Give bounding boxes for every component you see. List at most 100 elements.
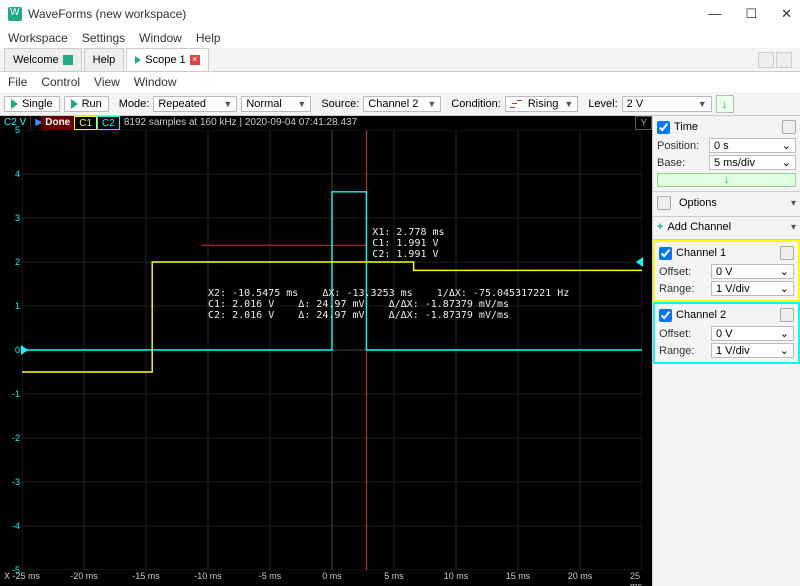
ch1-offset-label: Offset: bbox=[659, 266, 707, 278]
sweep-value: Normal bbox=[246, 98, 281, 110]
time-group: Time Position: 0 s⌄ Base: 5 ms/div⌄ ↓ bbox=[653, 116, 800, 192]
menu-window2[interactable]: Window bbox=[134, 75, 177, 89]
xtick: -10 ms bbox=[194, 571, 222, 581]
single-label: Single bbox=[22, 98, 53, 110]
x-menu-label[interactable]: X bbox=[4, 571, 10, 581]
level-input[interactable]: 2 V▼ bbox=[622, 96, 712, 112]
ground-marker-c2[interactable] bbox=[21, 345, 28, 355]
sweep-select[interactable]: Normal ▼ bbox=[241, 96, 311, 112]
acquisition-info: 8192 samples at 160 kHz | 2020-09-04 07:… bbox=[120, 116, 361, 130]
chevron-down-icon: ▼ bbox=[427, 99, 436, 109]
tab-help[interactable]: Help bbox=[84, 48, 125, 71]
chevron-down-icon: ▼ bbox=[698, 99, 707, 109]
menu-window[interactable]: Window bbox=[139, 31, 182, 45]
source-label: Source: bbox=[321, 98, 359, 110]
plot-canvas[interactable]: X1: 2.778 ms C1: 1.991 V C2: 1.991 V X2:… bbox=[22, 130, 642, 570]
scope-status-bar: C2 V ▶ Done C1 C2 8192 samples at 160 kH… bbox=[0, 116, 652, 130]
channel1-enable-checkbox[interactable] bbox=[659, 247, 672, 260]
xtick: 25 ms bbox=[630, 571, 642, 586]
rising-edge-icon bbox=[510, 98, 522, 110]
source-value: Channel 2 bbox=[368, 98, 418, 110]
tab-welcome[interactable]: Welcome bbox=[4, 48, 82, 71]
source-select[interactable]: Channel 2 ▼ bbox=[363, 96, 441, 112]
chevron-down-icon: ⌄ bbox=[782, 156, 791, 169]
autoset-button[interactable]: ↓ bbox=[657, 173, 796, 187]
gear-icon[interactable] bbox=[780, 308, 794, 322]
condition-label: Condition: bbox=[451, 98, 501, 110]
y-menu-button[interactable]: Y bbox=[635, 116, 652, 130]
menu-help[interactable]: Help bbox=[196, 31, 221, 45]
ch2-range-input[interactable]: 1 V/div ⌄ bbox=[711, 343, 794, 358]
close-button[interactable]: ✕ bbox=[781, 6, 792, 22]
menu-file[interactable]: File bbox=[8, 75, 27, 89]
side-panel: Time Position: 0 s⌄ Base: 5 ms/div⌄ ↓ Op… bbox=[652, 116, 800, 586]
gear-icon[interactable] bbox=[780, 246, 794, 260]
badge-c1[interactable]: C1 bbox=[74, 116, 97, 130]
run-label: Run bbox=[82, 98, 102, 110]
channel1-group: Channel 1 Offset: 0 V⌄ Range: 1 V/div⌄ bbox=[653, 240, 800, 302]
dock-right-button[interactable] bbox=[776, 52, 792, 68]
cursor2-readout: X2: -10.5475 ms ΔX: -13.3253 ms 1/ΔX: -7… bbox=[208, 288, 569, 321]
ch1-range-input[interactable]: 1 V/div⌄ bbox=[711, 281, 794, 296]
run-button[interactable]: Run bbox=[64, 96, 109, 112]
condition-select[interactable]: Rising▼ bbox=[505, 96, 579, 112]
single-button[interactable]: Single bbox=[4, 96, 60, 112]
add-channel-group[interactable]: +Add Channel▾ bbox=[653, 217, 800, 240]
single-play-icon bbox=[11, 99, 18, 109]
ch2-offset-input[interactable]: 0 V⌄ bbox=[711, 326, 794, 341]
badge-c2[interactable]: C2 bbox=[97, 116, 120, 130]
run-play-icon bbox=[71, 99, 78, 109]
add-channel-label: Add Channel bbox=[667, 221, 731, 233]
auto-level-button[interactable]: ↓ bbox=[716, 95, 734, 113]
ch1-offset-input[interactable]: 0 V⌄ bbox=[711, 264, 794, 279]
y-axis: 5 4 3 2 1 0 -1 -2 -3 -4 -5 bbox=[0, 130, 22, 570]
chevron-down-icon: ⌄ bbox=[780, 344, 789, 357]
maximize-button[interactable]: ☐ bbox=[745, 6, 757, 22]
chevron-down-icon: ⌄ bbox=[780, 265, 789, 278]
app-menubar: Workspace Settings Window Help bbox=[0, 28, 800, 48]
menu-control[interactable]: Control bbox=[41, 75, 80, 89]
chevron-down-icon: ▼ bbox=[564, 99, 573, 109]
menu-settings[interactable]: Settings bbox=[82, 31, 125, 45]
tab-scope1[interactable]: Scope 1 × bbox=[126, 48, 208, 71]
ytick: -3 bbox=[12, 477, 20, 487]
level-label: Level: bbox=[588, 98, 617, 110]
cursor1-readout: X1: 2.778 ms C1: 1.991 V C2: 1.991 V bbox=[372, 227, 444, 260]
channel2-enable-checkbox[interactable] bbox=[659, 309, 672, 322]
mode-select[interactable]: Repeated ▼ bbox=[153, 96, 237, 112]
ch2-offset-label: Offset: bbox=[659, 328, 707, 340]
minimize-button[interactable]: — bbox=[708, 6, 721, 22]
mode-value: Repeated bbox=[158, 98, 206, 110]
chevron-down-icon: ▼ bbox=[297, 99, 306, 109]
app-logo-icon bbox=[8, 7, 22, 21]
chevron-down-icon: ▼ bbox=[223, 99, 232, 109]
acquisition-toolbar: Single Run Mode: Repeated▼ Normal▼ Sourc… bbox=[0, 92, 800, 116]
menu-view[interactable]: View bbox=[94, 75, 120, 89]
channel2-group: Channel 2 Offset: 0 V⌄ Range: 1 V/div⌄ bbox=[653, 302, 800, 364]
ch2-range-value: 1 V/div bbox=[716, 345, 750, 357]
trigger-marker-icon: ▶ bbox=[31, 116, 41, 130]
position-label: Position: bbox=[657, 140, 705, 152]
dock-left-button[interactable] bbox=[758, 52, 774, 68]
chevron-down-icon: ▾ bbox=[791, 222, 796, 233]
scope-area[interactable]: C2 V ▶ Done C1 C2 8192 samples at 160 kH… bbox=[0, 116, 652, 586]
ytick: -4 bbox=[12, 521, 20, 531]
trigger-level-marker[interactable] bbox=[636, 257, 643, 267]
ytick: 1 bbox=[15, 301, 20, 311]
base-input[interactable]: 5 ms/div ⌄ bbox=[709, 155, 796, 170]
ytick: -1 bbox=[12, 389, 20, 399]
close-tab-icon[interactable]: × bbox=[190, 55, 200, 65]
xtick: 0 ms bbox=[322, 571, 342, 581]
position-input[interactable]: 0 s⌄ bbox=[709, 138, 796, 153]
xtick: -15 ms bbox=[132, 571, 160, 581]
base-value: 5 ms/div bbox=[714, 157, 755, 169]
position-value: 0 s bbox=[714, 140, 729, 152]
tab-scope1-label: Scope 1 bbox=[145, 54, 185, 66]
options-group[interactable]: Options▾ bbox=[653, 192, 800, 217]
gear-icon[interactable] bbox=[782, 120, 796, 134]
time-enable-checkbox[interactable] bbox=[657, 121, 670, 134]
ch2-range-label: Range: bbox=[659, 345, 707, 357]
gear-icon bbox=[657, 196, 671, 210]
ytick: 0 bbox=[15, 345, 20, 355]
menu-workspace[interactable]: Workspace bbox=[8, 31, 68, 45]
